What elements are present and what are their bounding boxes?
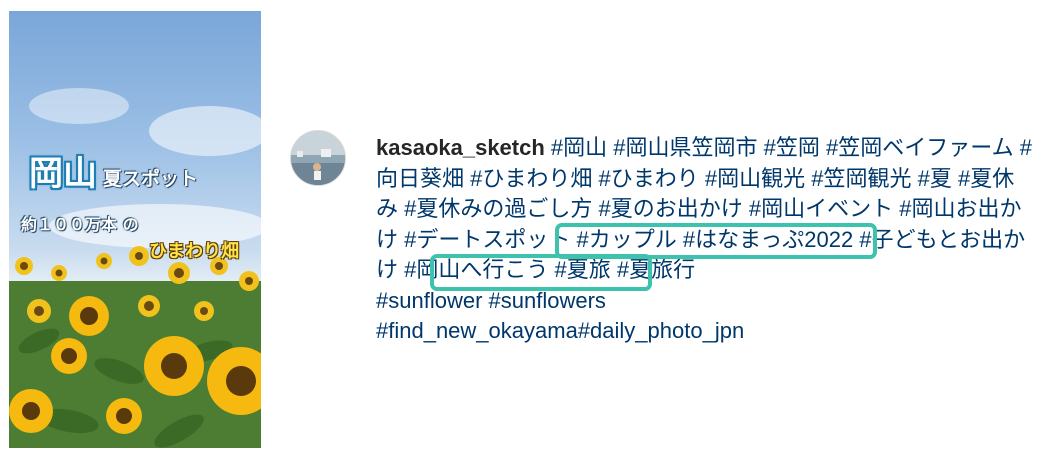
image-title-main: 岡山 [29,154,97,194]
hashtag-link[interactable]: #岡山 [551,135,607,160]
hashtag-link[interactable]: #夏のお出かけ [599,196,743,221]
hashtag-link[interactable]: #sunflower [376,288,482,313]
image-title-sub: 夏スポット [103,168,199,190]
hashtag-link[interactable]: #笠岡ベイファーム [826,135,1014,160]
hashtag-link-highlighted[interactable]: #デートスポット [404,227,570,252]
image-highlight-text: ひまわり畑 [149,241,239,262]
hashtag-link[interactable]: #夏休みの過ごし方 [404,196,592,221]
highlight-box-kids-outing [430,254,652,291]
image-subtitle: 約１００万本 の [21,215,139,234]
hashtag-link[interactable]: #ひまわり畑 [470,166,592,191]
hashtag-link[interactable]: #笠岡 [764,135,820,160]
hashtag-link[interactable]: #岡山県笠岡市 [613,135,757,160]
post-image[interactable]: 岡山 夏スポット 約１００万本 の ひまわり畑 [9,11,261,448]
hashtag-link[interactable]: #笠岡観光 [811,166,911,191]
avatar-photo [291,131,345,185]
hashtag-link[interactable]: #sunflowers [489,288,606,313]
hashtag-link[interactable]: #find_new_okayama [376,318,578,343]
hashtag-link[interactable]: #夏 [918,166,952,191]
hashtag-link[interactable]: #daily_photo_jpn [578,318,744,343]
hashtag-link[interactable]: #ひまわり [599,166,699,191]
avatar[interactable] [290,130,346,186]
image-title: 岡山 夏スポット [29,146,198,195]
hashtag-link[interactable]: #岡山観光 [705,166,805,191]
username-link[interactable]: kasaoka_sketch [376,135,545,160]
hashtag-link[interactable]: #岡山イベント [749,196,893,221]
